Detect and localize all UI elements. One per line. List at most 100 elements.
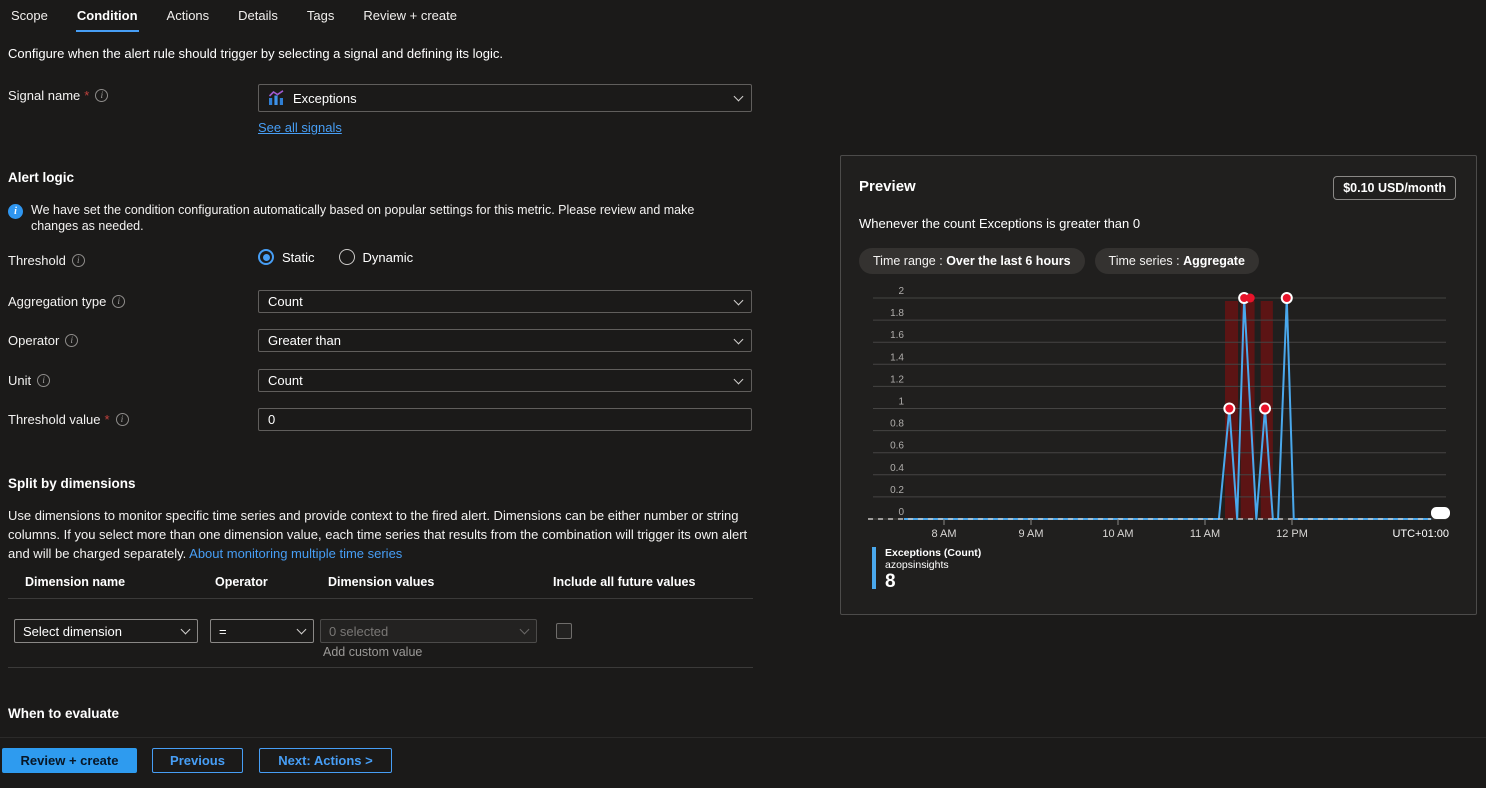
- preview-condition-text: Whenever the count Exceptions is greater…: [859, 216, 1140, 231]
- signal-name-label: Signal name* i: [8, 88, 108, 103]
- radio-static-label[interactable]: Static: [282, 250, 315, 265]
- threshold-value-input[interactable]: [258, 408, 752, 431]
- dimension-name-dropdown[interactable]: Select dimension: [14, 619, 198, 643]
- next-actions-button[interactable]: Next: Actions >: [259, 748, 392, 773]
- auto-config-info-text: We have set the condition configuration …: [31, 203, 740, 234]
- dimension-operator-value: =: [219, 624, 227, 639]
- legend-metric-name: Exceptions (Count): [885, 547, 981, 559]
- column-include-future-values: Include all future values: [553, 575, 695, 589]
- time-range-chip-value: Over the last 6 hours: [946, 254, 1070, 268]
- divider: [8, 667, 753, 668]
- radio-dynamic-label[interactable]: Dynamic: [363, 250, 414, 265]
- when-to-evaluate-heading: When to evaluate: [8, 706, 119, 721]
- info-icon[interactable]: i: [116, 413, 129, 426]
- svg-text:11 AM: 11 AM: [1190, 528, 1220, 540]
- cost-estimate-badge: $0.10 USD/month: [1333, 176, 1456, 200]
- preview-panel: Preview $0.10 USD/month Whenever the cou…: [840, 155, 1477, 615]
- svg-text:1.4: 1.4: [890, 352, 904, 363]
- svg-text:1.6: 1.6: [890, 330, 904, 341]
- svg-text:0.2: 0.2: [890, 485, 904, 496]
- unit-label: Unit i: [8, 373, 50, 388]
- review-create-button[interactable]: Review + create: [2, 748, 137, 773]
- svg-text:1.2: 1.2: [890, 374, 904, 385]
- svg-text:9 AM: 9 AM: [1018, 528, 1043, 540]
- metric-signal-icon: [268, 90, 285, 106]
- chevron-down-icon: [734, 334, 744, 344]
- include-future-values-checkbox[interactable]: [556, 623, 572, 639]
- aggregation-type-label: Aggregation type i: [8, 294, 125, 309]
- column-dimension-name: Dimension name: [25, 575, 125, 589]
- chevron-down-icon: [734, 92, 744, 102]
- dimension-name-value: Select dimension: [23, 624, 122, 639]
- threshold-label: Threshold i: [8, 253, 85, 268]
- signal-name-combobox[interactable]: Exceptions: [258, 84, 752, 112]
- legend-resource-name: azopsinsights: [885, 559, 981, 571]
- preview-title: Preview: [859, 178, 916, 195]
- signal-name-label-text: Signal name: [8, 88, 80, 103]
- chart-legend[interactable]: Exceptions (Count) azopsinsights 8: [872, 547, 981, 592]
- tab-actions[interactable]: Actions: [166, 6, 211, 32]
- column-dimension-values: Dimension values: [328, 575, 434, 589]
- see-all-signals-link[interactable]: See all signals: [258, 120, 342, 135]
- chevron-down-icon: [181, 625, 191, 635]
- svg-text:0.6: 0.6: [890, 441, 904, 452]
- threshold-value-label-text: Threshold value: [8, 412, 101, 427]
- chevron-down-icon: [297, 625, 307, 635]
- tab-scope[interactable]: Scope: [10, 6, 49, 32]
- split-description: Use dimensions to monitor specific time …: [8, 506, 756, 563]
- info-icon[interactable]: i: [72, 254, 85, 267]
- unit-dropdown[interactable]: Count: [258, 369, 752, 392]
- svg-text:1.8: 1.8: [890, 308, 904, 319]
- chevron-down-icon: [734, 374, 744, 384]
- operator-value: Greater than: [268, 333, 341, 348]
- chevron-down-icon: [520, 625, 530, 635]
- time-series-chip-value: Aggregate: [1183, 254, 1245, 268]
- preview-chips: Time range : Over the last 6 hours Time …: [859, 248, 1259, 274]
- legend-total-value: 8: [885, 572, 981, 592]
- preview-chart[interactable]: 00.20.40.60.811.21.41.61.828 AM9 AM10 AM…: [861, 286, 1461, 546]
- tab-details[interactable]: Details: [237, 6, 279, 32]
- about-monitoring-link[interactable]: About monitoring multiple time series: [189, 546, 402, 561]
- info-filled-icon: i: [8, 204, 23, 219]
- divider: [8, 598, 753, 599]
- info-icon[interactable]: i: [37, 374, 50, 387]
- svg-text:UTC+01:00: UTC+01:00: [1392, 528, 1449, 540]
- radio-static[interactable]: [258, 249, 274, 265]
- previous-button[interactable]: Previous: [152, 748, 243, 773]
- time-series-chip-label: Time series :: [1109, 254, 1184, 268]
- signal-name-value: Exceptions: [293, 91, 357, 106]
- info-icon[interactable]: i: [65, 334, 78, 347]
- threshold-label-text: Threshold: [8, 253, 66, 268]
- svg-text:12 PM: 12 PM: [1276, 528, 1308, 540]
- chevron-down-icon: [734, 295, 744, 305]
- wizard-tabs: Scope Condition Actions Details Tags Rev…: [10, 6, 458, 32]
- time-range-chip[interactable]: Time range : Over the last 6 hours: [859, 248, 1085, 274]
- alert-rule-condition-page: { "ui": { "required_mark": "*", "info_ma…: [0, 0, 1486, 788]
- split-by-dimensions-heading: Split by dimensions: [8, 476, 136, 491]
- threshold-value-label: Threshold value* i: [8, 412, 129, 427]
- operator-dropdown[interactable]: Greater than: [258, 329, 752, 352]
- column-operator: Operator: [215, 575, 268, 589]
- svg-text:0: 0: [898, 507, 904, 518]
- tab-review-create[interactable]: Review + create: [362, 6, 458, 32]
- operator-label: Operator i: [8, 333, 78, 348]
- dimension-values-value: 0 selected: [329, 624, 388, 639]
- operator-label-text: Operator: [8, 333, 59, 348]
- dimension-operator-dropdown[interactable]: =: [210, 619, 314, 643]
- info-icon[interactable]: i: [112, 295, 125, 308]
- dimension-values-dropdown[interactable]: 0 selected: [320, 619, 537, 643]
- alert-logic-heading: Alert logic: [8, 170, 74, 185]
- aggregation-type-dropdown[interactable]: Count: [258, 290, 752, 313]
- svg-text:1: 1: [898, 397, 904, 408]
- page-intro: Configure when the alert rule should tri…: [8, 46, 503, 61]
- svg-text:10 AM: 10 AM: [1102, 528, 1133, 540]
- unit-label-text: Unit: [8, 373, 31, 388]
- tab-tags[interactable]: Tags: [306, 6, 335, 32]
- tab-condition[interactable]: Condition: [76, 6, 139, 32]
- info-icon[interactable]: i: [95, 89, 108, 102]
- radio-dynamic[interactable]: [339, 249, 355, 265]
- aggregation-type-value: Count: [268, 294, 303, 309]
- auto-config-infobar: i We have set the condition configuratio…: [8, 203, 740, 234]
- add-custom-value-link[interactable]: Add custom value: [323, 645, 422, 659]
- time-series-chip[interactable]: Time series : Aggregate: [1095, 248, 1259, 274]
